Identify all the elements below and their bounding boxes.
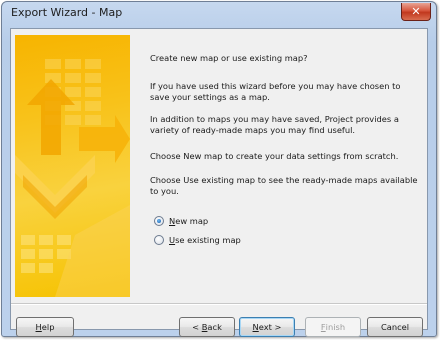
- info-existing-map: Choose Use existing map to see the ready…: [150, 175, 418, 196]
- close-button[interactable]: ✕: [401, 3, 431, 21]
- use-existing-map-label[interactable]: Use existing map: [169, 235, 241, 245]
- wizard-banner-image: [15, 35, 130, 297]
- info-ready-made: In addition to maps you may have saved, …: [150, 114, 399, 135]
- new-map-label[interactable]: New map: [169, 216, 208, 226]
- export-wizard-window: Export Wizard - Map ✕ Create new map or …: [1, 1, 437, 337]
- use-existing-map-option[interactable]: Use existing map: [154, 233, 241, 247]
- cancel-button[interactable]: Cancel: [367, 317, 423, 337]
- help-button[interactable]: Help: [16, 317, 74, 337]
- next-button[interactable]: Next >: [239, 317, 295, 337]
- radio-unselected-icon[interactable]: [154, 235, 164, 245]
- close-icon: ✕: [411, 5, 421, 18]
- intro-question: Create new map or use existing map?: [150, 53, 308, 63]
- info-used-before: If you have used this wizard before you …: [150, 81, 401, 102]
- finish-button: Finish: [305, 317, 361, 337]
- title-bar[interactable]: Export Wizard - Map ✕: [2, 2, 436, 28]
- new-map-option[interactable]: New map: [154, 214, 208, 228]
- radio-selected-icon[interactable]: [154, 216, 164, 226]
- back-button[interactable]: < Back: [179, 317, 235, 337]
- wizard-client-area: Create new map or use existing map? If y…: [10, 28, 428, 337]
- button-separator: [11, 303, 427, 305]
- info-new-map: Choose New map to create your data setti…: [150, 151, 399, 161]
- export-arrows-banner: [15, 59, 130, 297]
- window-title: Export Wizard - Map: [11, 6, 123, 19]
